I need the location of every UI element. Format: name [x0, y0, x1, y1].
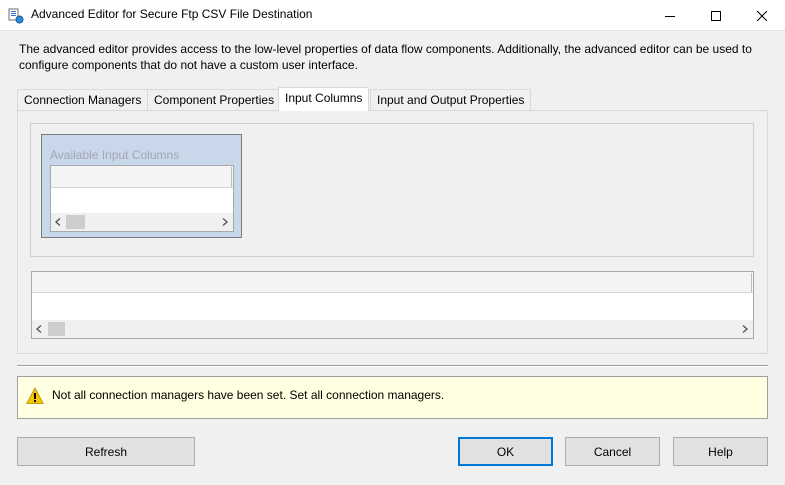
minimize-icon: [665, 15, 675, 17]
ok-button[interactable]: OK: [458, 437, 553, 466]
available-columns-header[interactable]: [51, 166, 233, 188]
maximize-icon: [711, 10, 721, 21]
tab-component-properties[interactable]: Component Properties: [147, 89, 282, 110]
grid-header[interactable]: [32, 272, 753, 293]
warning-text: Not all connection managers have been se…: [52, 388, 445, 402]
minimize-button[interactable]: [647, 0, 693, 31]
maximize-button[interactable]: [693, 0, 739, 31]
chevron-left-icon: [55, 218, 61, 226]
grid-scrollbar-thumb[interactable]: [48, 322, 65, 336]
chevron-left-icon: [36, 325, 42, 333]
tab-input-output-properties[interactable]: Input and Output Properties: [370, 89, 532, 110]
available-input-columns-title: Available Input Columns: [50, 148, 180, 162]
grid-scroll-right-button[interactable]: [738, 320, 752, 338]
app-icon: [8, 8, 24, 24]
scrollbar-thumb[interactable]: [66, 215, 85, 229]
editor-description: The advanced editor provides access to t…: [19, 42, 752, 72]
scroll-right-button[interactable]: [218, 213, 232, 231]
column-header-divider[interactable]: [231, 167, 232, 187]
grid-header-divider[interactable]: [751, 273, 752, 292]
close-button[interactable]: [739, 0, 785, 31]
divider: [17, 365, 768, 367]
cancel-button[interactable]: Cancel: [565, 437, 660, 466]
close-icon: [757, 10, 767, 21]
grid-scroll-left-button[interactable]: [32, 320, 46, 338]
grid-scrollbar[interactable]: [32, 320, 753, 338]
warning-icon: [26, 387, 44, 405]
refresh-button[interactable]: Refresh: [17, 437, 195, 466]
help-button[interactable]: Help: [673, 437, 768, 466]
chevron-right-icon: [742, 325, 748, 333]
chevron-right-icon: [222, 218, 228, 226]
window-title: Advanced Editor for Secure Ftp CSV File …: [31, 7, 313, 21]
scroll-left-button[interactable]: [51, 213, 65, 231]
tab-input-columns[interactable]: Input Columns: [278, 87, 370, 111]
tab-connection-managers[interactable]: Connection Managers: [17, 89, 149, 110]
